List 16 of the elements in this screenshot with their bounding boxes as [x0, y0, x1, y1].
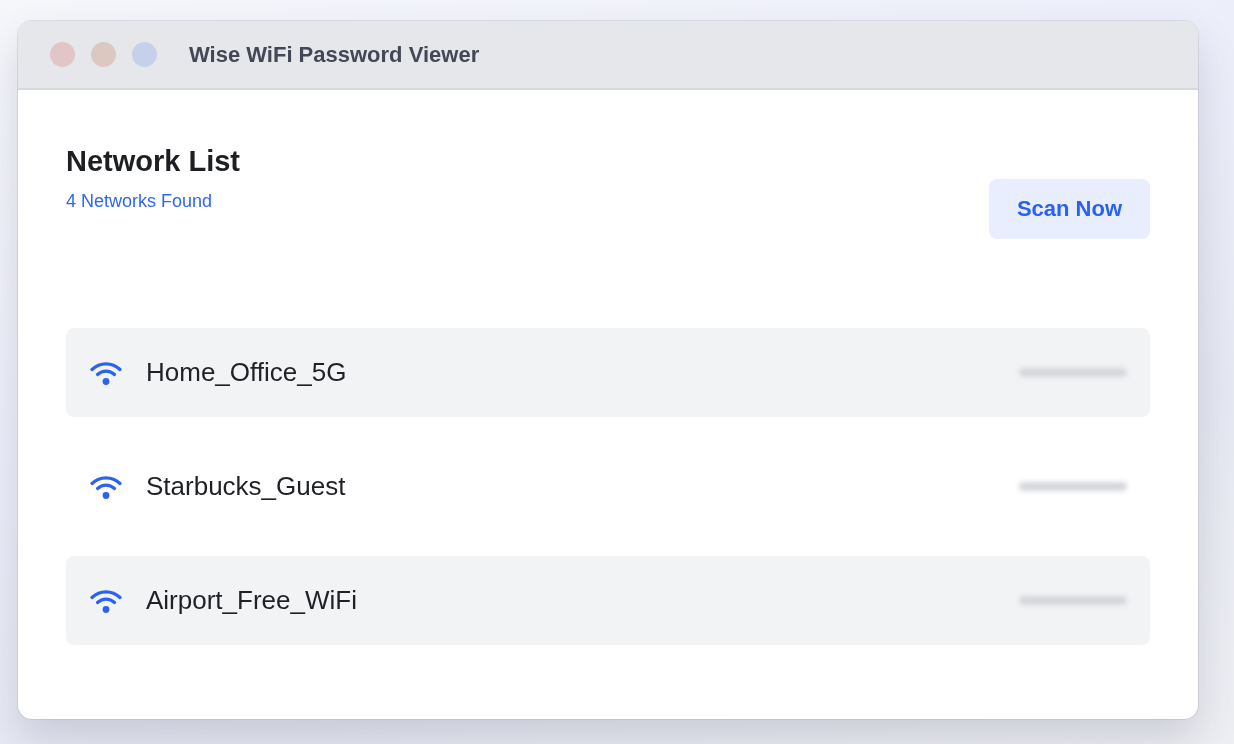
minimize-dot[interactable]: [91, 42, 116, 67]
wifi-icon: [90, 473, 122, 500]
wifi-icon: [90, 359, 122, 386]
network-row[interactable]: Starbucks_Guest: [66, 442, 1150, 531]
scan-button[interactable]: Scan Now: [989, 179, 1150, 239]
zoom-dot[interactable]: [132, 42, 157, 67]
network-row[interactable]: Home_Office_5G: [66, 328, 1150, 417]
page-heading: Network List: [66, 144, 241, 178]
close-dot[interactable]: [50, 42, 75, 67]
wifi-icon: [90, 587, 122, 614]
networks-count: 4 Networks Found: [66, 190, 213, 212]
network-name: Airport_Free_WiFi: [146, 585, 358, 616]
network-row[interactable]: Airport_Free_WiFi: [66, 556, 1150, 645]
network-name: Home_Office_5G: [146, 357, 348, 388]
network-name: Starbucks_Guest: [146, 471, 347, 502]
window-title: Wise WiFi Password Viewer: [189, 41, 480, 68]
